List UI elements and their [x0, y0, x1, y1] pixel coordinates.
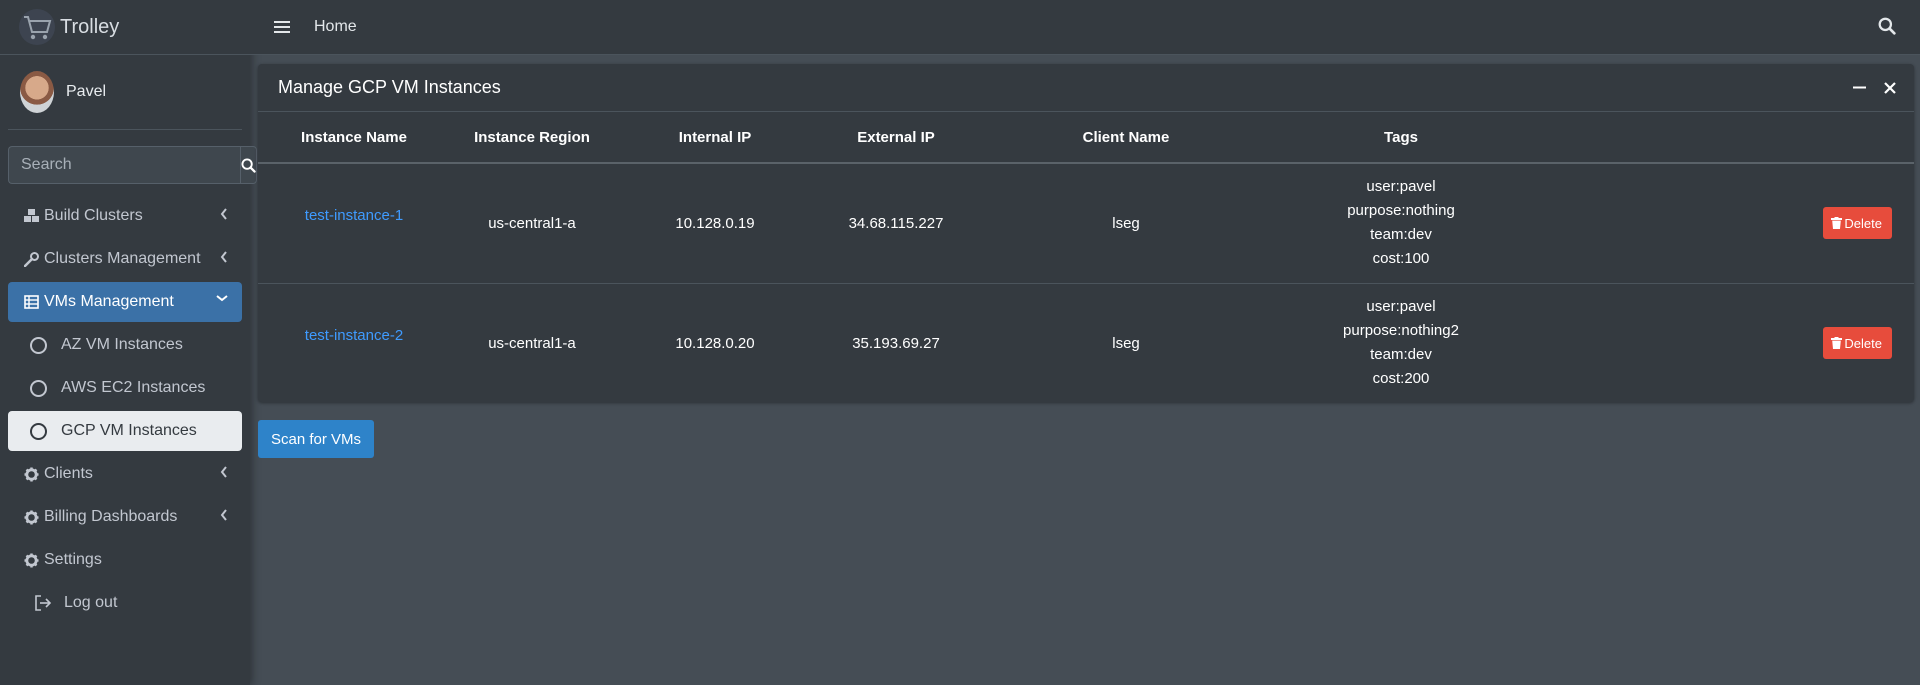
sidebar-item-gcp-vm-instances[interactable]: GCP VM Instances	[8, 411, 242, 451]
sidebar: Trolley Pavel Build Clusters Clusters Ma…	[0, 0, 257, 685]
search-button[interactable]	[240, 146, 257, 184]
delete-label: Delete	[1844, 215, 1882, 231]
vm-instances-table: Instance Name Instance Region Internal I…	[258, 112, 1914, 403]
user-name[interactable]: Pavel	[66, 83, 106, 101]
table-header-row: Instance Name Instance Region Internal I…	[258, 112, 1914, 164]
trash-icon	[1831, 337, 1843, 350]
logout-icon	[34, 595, 62, 611]
sidebar-item-clusters-management[interactable]: Clusters Management	[8, 239, 242, 279]
gear-icon	[24, 552, 42, 568]
gear-icon	[24, 466, 42, 482]
instance-link[interactable]: test-instance-1	[305, 207, 403, 224]
sidebar-item-clients[interactable]: Clients	[8, 454, 242, 494]
tag: purpose:nothing	[1347, 202, 1455, 220]
column-header[interactable]: Instance Name	[258, 112, 450, 164]
wrench-icon	[24, 251, 42, 267]
sidebar-search	[8, 146, 257, 184]
chevron-left-icon	[220, 251, 227, 263]
sidebar-item-label: Build Clusters	[44, 207, 143, 224]
close-icon[interactable]	[1884, 81, 1896, 94]
chevron-down-icon	[216, 295, 228, 302]
trash-icon	[1831, 217, 1843, 230]
search-icon	[241, 157, 256, 173]
column-header[interactable]: External IP	[816, 112, 976, 164]
column-header[interactable]: Internal IP	[614, 112, 816, 164]
cubes-icon	[24, 209, 42, 223]
circle-icon	[30, 379, 47, 397]
vm-instances-card: Manage GCP VM Instances Instance Name In…	[258, 64, 1914, 402]
tag: purpose:nothing2	[1343, 322, 1459, 340]
delete-button[interactable]: Delete	[1823, 327, 1892, 360]
chevron-left-icon	[220, 466, 227, 478]
sidebar-item-label: VMs Management	[44, 293, 174, 310]
minimize-icon[interactable]	[1853, 81, 1866, 94]
sidebar-item-vms-management[interactable]: VMs Management	[8, 282, 242, 322]
tag: cost:100	[1372, 250, 1430, 268]
home-link[interactable]: Home	[314, 18, 357, 36]
column-header[interactable]: Tags	[1276, 112, 1526, 164]
tag: team:dev	[1370, 226, 1432, 244]
menu-icon[interactable]	[274, 20, 290, 34]
instance-name-cell: test-instance-2	[258, 283, 450, 403]
topbar: Home	[250, 0, 1920, 55]
sidebar-item-label: AZ VM Instances	[61, 336, 183, 353]
card-tools	[1853, 81, 1896, 94]
client-cell: lseg	[976, 163, 1276, 284]
sidebar-nav: Build Clusters Clusters Management VMs M…	[0, 196, 250, 623]
sidebar-item-label: Settings	[44, 551, 102, 568]
delete-button[interactable]: Delete	[1823, 207, 1892, 240]
tag: user:pavel	[1366, 298, 1436, 316]
sidebar-item-label: Log out	[64, 594, 118, 611]
internal-ip-cell: 10.128.0.20	[675, 334, 755, 352]
brand-name: Trolley	[60, 15, 120, 38]
circle-icon	[30, 422, 47, 440]
instance-name-cell: test-instance-1	[258, 163, 450, 284]
tags-cell: user:pavel purpose:nothing2 team:dev cos…	[1276, 283, 1526, 403]
client-cell: lseg	[1112, 334, 1140, 352]
tag: team:dev	[1370, 346, 1432, 364]
sidebar-item-az-vm-instances[interactable]: AZ VM Instances	[8, 325, 242, 365]
scan-for-vms-button[interactable]: Scan for VMs	[258, 420, 375, 458]
sidebar-item-logout[interactable]: Log out	[8, 583, 242, 623]
sidebar-item-label: AWS EC2 Instances	[61, 379, 206, 396]
brand[interactable]: Trolley	[0, 0, 250, 55]
internal-ip-cell: 10.128.0.19	[614, 163, 816, 284]
tag: user:pavel	[1366, 178, 1436, 196]
external-ip-cell: 34.68.115.227	[816, 163, 976, 284]
search-icon[interactable]	[1878, 17, 1896, 35]
tag: cost:200	[1372, 370, 1430, 388]
sidebar-item-aws-ec2-instances[interactable]: AWS EC2 Instances	[8, 368, 242, 408]
delete-label: Delete	[1844, 335, 1882, 351]
sidebar-item-label: GCP VM Instances	[61, 422, 197, 439]
card-title: Manage GCP VM Instances	[278, 77, 501, 97]
table-row: test-instance-1 us-central1-a 10.128.0.1…	[258, 163, 1914, 284]
card-header: Manage GCP VM Instances	[258, 64, 1914, 112]
table-row: test-instance-2 us-central1-a 10.128.0.2…	[258, 283, 1914, 403]
actions-cell: Delete	[1526, 283, 1914, 403]
sidebar-item-settings[interactable]: Settings	[8, 540, 242, 580]
search-input[interactable]	[8, 146, 240, 184]
cart-icon	[19, 9, 55, 45]
chevron-left-icon	[220, 509, 227, 521]
circle-icon	[30, 336, 47, 354]
sidebar-item-label: Billing Dashboards	[44, 508, 178, 525]
tags-cell: user:pavel purpose:nothing team:dev cost…	[1276, 163, 1526, 284]
sidebar-item-build-clusters[interactable]: Build Clusters	[8, 196, 242, 236]
sidebar-item-label: Clusters Management	[44, 250, 201, 267]
server-icon	[24, 295, 42, 309]
chevron-left-icon	[220, 208, 227, 220]
gear-icon	[24, 509, 42, 525]
instance-link[interactable]: test-instance-2	[305, 327, 403, 344]
column-header-actions	[1526, 112, 1914, 164]
sidebar-item-label: Clients	[44, 465, 93, 482]
column-header[interactable]: Instance Region	[450, 112, 614, 164]
actions-cell: Delete	[1526, 163, 1914, 284]
region-cell: us-central1-a	[488, 334, 576, 352]
sidebar-item-billing-dashboards[interactable]: Billing Dashboards	[8, 497, 242, 537]
region-cell: us-central1-a	[450, 163, 614, 284]
external-ip-cell: 35.193.69.27	[852, 334, 940, 352]
user-panel: Pavel	[8, 55, 242, 130]
column-header[interactable]: Client Name	[976, 112, 1276, 164]
avatar[interactable]	[20, 71, 54, 113]
